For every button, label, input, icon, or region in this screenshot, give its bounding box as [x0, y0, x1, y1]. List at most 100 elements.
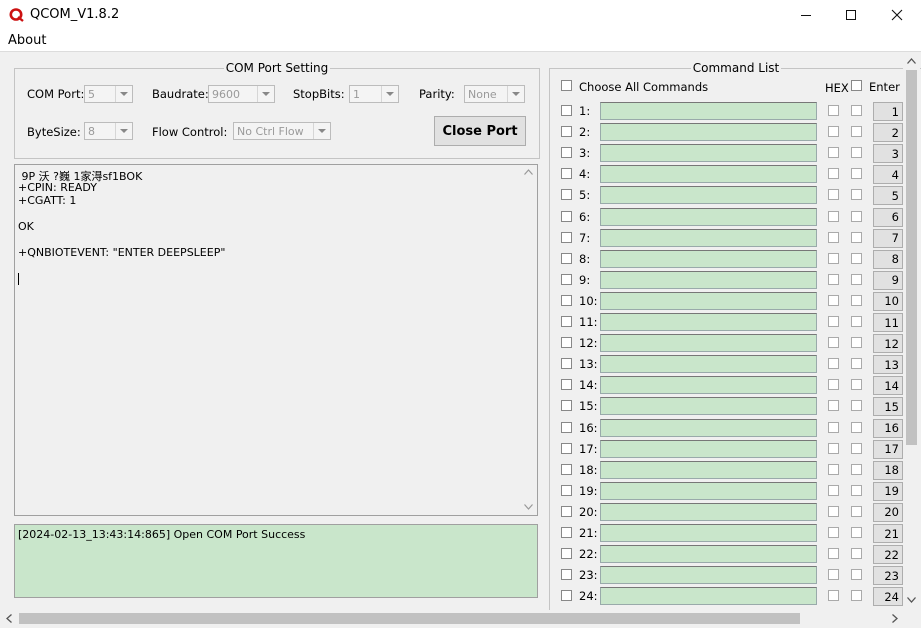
send-command-button[interactable]: 12 — [873, 334, 903, 354]
command-input[interactable] — [600, 207, 817, 226]
hex-checkbox[interactable] — [828, 168, 839, 180]
command-input[interactable] — [600, 376, 817, 395]
send-command-button[interactable]: 5 — [873, 186, 903, 206]
command-list-scrollbar[interactable] — [903, 54, 920, 610]
hex-checkbox[interactable] — [828, 273, 839, 285]
send-command-button[interactable]: 22 — [873, 545, 903, 565]
send-command-button[interactable]: 18 — [873, 460, 903, 480]
command-input[interactable] — [600, 165, 817, 184]
command-input[interactable] — [600, 249, 817, 268]
receive-text-area[interactable]: 9P 沃 ?巍 1家淂sf1BOK +CPIN: READY +CGATT: 1 OK… — [14, 164, 538, 516]
command-input[interactable] — [600, 418, 817, 437]
command-input[interactable] — [600, 291, 817, 310]
command-select-checkbox[interactable] — [561, 484, 572, 496]
command-select-checkbox[interactable] — [561, 337, 572, 349]
command-select-checkbox[interactable] — [561, 273, 572, 285]
send-command-button[interactable]: 13 — [873, 355, 903, 375]
hex-checkbox[interactable] — [828, 400, 839, 412]
enter-checkbox[interactable] — [851, 316, 862, 327]
command-select-checkbox[interactable] — [561, 442, 572, 454]
command-select-checkbox[interactable] — [561, 147, 572, 159]
send-command-button[interactable]: 4 — [873, 165, 903, 185]
enter-checkbox[interactable] — [851, 505, 862, 517]
command-select-checkbox[interactable] — [561, 231, 572, 243]
enter-checkbox[interactable] — [851, 548, 862, 560]
enter-checkbox[interactable] — [851, 294, 862, 306]
horizontal-scrollbar[interactable] — [0, 610, 921, 627]
hex-checkbox[interactable] — [828, 421, 839, 433]
send-command-button[interactable]: 1 — [873, 102, 903, 121]
enter-checkbox[interactable] — [851, 105, 862, 116]
command-select-checkbox[interactable] — [561, 569, 572, 581]
choose-all-checkbox[interactable] — [561, 80, 572, 91]
command-input[interactable] — [600, 397, 817, 416]
close-window-button[interactable] — [874, 0, 920, 30]
command-select-checkbox[interactable] — [561, 379, 572, 391]
enter-checkbox[interactable] — [851, 527, 862, 538]
send-command-button[interactable]: 8 — [873, 249, 903, 269]
command-select-checkbox[interactable] — [561, 400, 572, 412]
enter-checkbox[interactable] — [851, 337, 862, 349]
command-select-checkbox[interactable] — [561, 126, 572, 138]
hex-checkbox[interactable] — [828, 105, 839, 116]
command-input[interactable] — [600, 566, 817, 585]
hex-checkbox[interactable] — [828, 316, 839, 327]
flow-control-select[interactable]: No Ctrl Flow — [233, 122, 331, 140]
command-select-checkbox[interactable] — [561, 168, 572, 180]
command-select-checkbox[interactable] — [561, 358, 572, 370]
receive-scrollbar[interactable] — [520, 166, 536, 514]
command-input[interactable] — [600, 228, 817, 247]
command-select-checkbox[interactable] — [561, 189, 572, 201]
command-select-checkbox[interactable] — [561, 590, 572, 602]
hex-checkbox[interactable] — [828, 463, 839, 475]
command-select-checkbox[interactable] — [561, 505, 572, 517]
command-select-checkbox[interactable] — [561, 548, 572, 560]
hex-checkbox[interactable] — [828, 358, 839, 370]
command-input[interactable] — [600, 481, 817, 500]
command-input[interactable] — [600, 334, 817, 353]
command-select-checkbox[interactable] — [561, 294, 572, 306]
stopbits-select[interactable]: 1 — [349, 85, 399, 103]
command-input[interactable] — [600, 102, 817, 120]
command-input[interactable] — [600, 270, 817, 289]
scroll-thumb[interactable] — [906, 70, 917, 445]
enter-checkbox[interactable] — [851, 168, 862, 180]
send-command-button[interactable]: 16 — [873, 418, 903, 438]
command-select-checkbox[interactable] — [561, 210, 572, 222]
hex-checkbox[interactable] — [828, 210, 839, 222]
send-command-button[interactable]: 15 — [873, 397, 903, 417]
enter-checkbox[interactable] — [851, 590, 862, 602]
log-text-area[interactable]: [2024-02-13_13:43:14:865] Open COM Port … — [14, 524, 538, 598]
send-command-button[interactable]: 17 — [873, 439, 903, 459]
hex-checkbox[interactable] — [828, 337, 839, 349]
send-command-button[interactable]: 6 — [873, 207, 903, 227]
send-command-button[interactable]: 7 — [873, 228, 903, 248]
enter-checkbox[interactable] — [851, 484, 862, 496]
send-command-button[interactable]: 10 — [873, 291, 903, 311]
menu-about[interactable]: About — [8, 33, 46, 48]
command-input[interactable] — [600, 524, 817, 542]
enter-checkbox[interactable] — [851, 442, 862, 454]
hex-checkbox[interactable] — [828, 189, 839, 201]
command-input[interactable] — [600, 144, 817, 163]
hex-checkbox[interactable] — [828, 252, 839, 264]
command-input[interactable] — [600, 502, 817, 521]
enter-checkbox[interactable] — [851, 463, 862, 475]
hex-checkbox[interactable] — [828, 527, 839, 538]
hex-checkbox[interactable] — [828, 379, 839, 391]
parity-select[interactable]: None — [464, 85, 525, 103]
send-command-button[interactable]: 21 — [873, 524, 903, 543]
enter-checkbox[interactable] — [851, 400, 862, 412]
hex-checkbox[interactable] — [828, 231, 839, 243]
enter-checkbox[interactable] — [851, 147, 862, 159]
enter-checkbox[interactable] — [851, 358, 862, 370]
enter-checkbox[interactable] — [851, 126, 862, 138]
enter-checkbox[interactable] — [851, 569, 862, 581]
send-command-button[interactable]: 20 — [873, 502, 903, 522]
send-command-button[interactable]: 3 — [873, 144, 903, 164]
hex-checkbox[interactable] — [828, 484, 839, 496]
hex-checkbox[interactable] — [828, 126, 839, 138]
command-input[interactable] — [600, 186, 817, 205]
enter-checkbox[interactable] — [851, 210, 862, 222]
scroll-thumb[interactable] — [19, 613, 800, 624]
